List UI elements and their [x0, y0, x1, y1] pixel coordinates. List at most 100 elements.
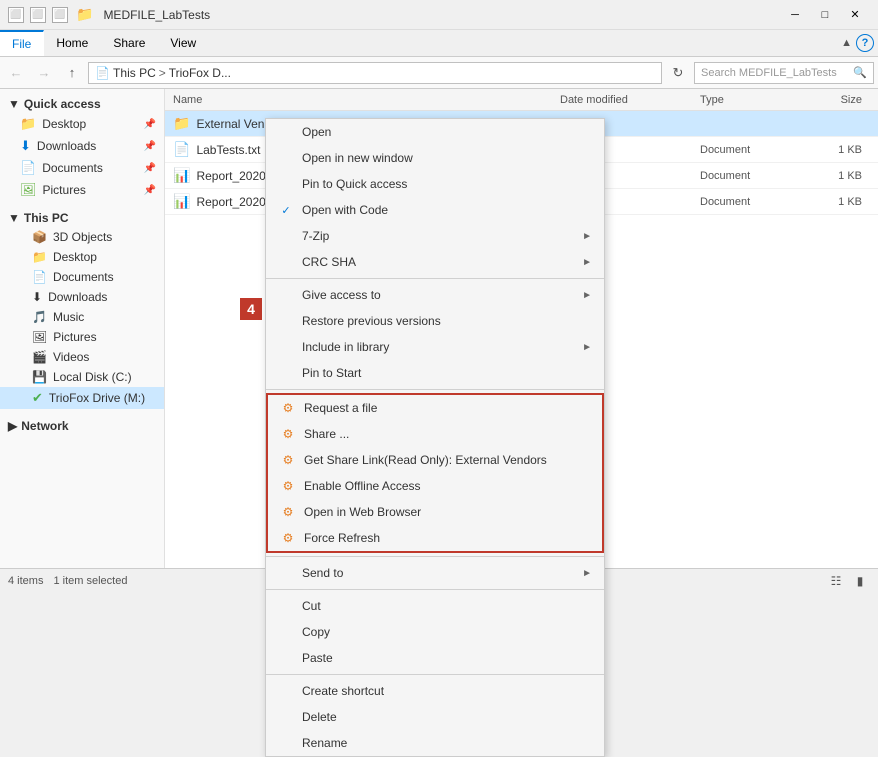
address-path[interactable]: 📄 This PC > TrioFox D...: [88, 62, 662, 84]
title-bar-toolbar: ⬜ ⬜ ⬜: [8, 7, 68, 23]
thispc-header[interactable]: ▼ This PC: [0, 207, 164, 227]
cm-request-file[interactable]: ⚙ Request a file: [268, 395, 602, 421]
cm-copy[interactable]: Copy: [266, 619, 604, 645]
downloads-label: Downloads: [37, 139, 96, 153]
cm-restore-versions[interactable]: Restore previous versions: [266, 308, 604, 334]
sidebar-item-videos[interactable]: 🎬 Videos: [0, 347, 164, 367]
pin-start-icon: [278, 365, 294, 381]
cm-open-vscode[interactable]: ✓ Open with Code: [266, 197, 604, 223]
quick-access-label: Quick access: [24, 97, 101, 111]
quick-access-header[interactable]: ▼ Quick access: [0, 93, 164, 113]
sidebar-item-localdisk[interactable]: 💾 Local Disk (C:): [0, 367, 164, 387]
7zip-arrow-icon: ►: [582, 231, 592, 242]
ribbon-tabs: File Home Share View ▲ ?: [0, 30, 878, 56]
cm-open-new-window[interactable]: Open in new window: [266, 145, 604, 171]
network-header[interactable]: ▶ Network: [0, 415, 164, 435]
view-details-button[interactable]: ☷: [826, 571, 846, 591]
localdisk-icon: 💾: [32, 370, 47, 384]
cm-7zip[interactable]: 7-Zip ►: [266, 223, 604, 249]
search-box[interactable]: Search MEDFILE_LabTests 🔍: [694, 62, 874, 84]
cm-sep-3: [266, 556, 604, 557]
sidebar-item-desktop2[interactable]: 📁 Desktop: [0, 247, 164, 267]
tab-view[interactable]: View: [158, 30, 209, 56]
triofox-label: TrioFox Drive (M:): [49, 391, 145, 405]
sidebar-item-downloads[interactable]: ⬇ Downloads 📌: [0, 135, 164, 157]
forward-button[interactable]: →: [32, 61, 56, 85]
close-button[interactable]: ✕: [840, 0, 870, 30]
sidebar-item-pictures2[interactable]: 🖼 Pictures: [0, 327, 164, 347]
cm-give-access-label: Give access to: [302, 288, 381, 302]
cm-open-web[interactable]: ⚙ Open in Web Browser: [268, 499, 602, 525]
col-header-date: Date modified: [560, 94, 700, 106]
cm-restore-versions-label: Restore previous versions: [302, 314, 441, 328]
desktop2-label: Desktop: [53, 250, 97, 264]
maximize-button[interactable]: □: [810, 0, 840, 30]
documents-icon: 📄: [20, 160, 36, 176]
refresh-button[interactable]: ↻: [666, 61, 690, 85]
tab-home[interactable]: Home: [44, 30, 101, 56]
cm-send-to-label: Send to: [302, 566, 343, 580]
cm-pin-start[interactable]: Pin to Start: [266, 360, 604, 386]
quick-access-arrow: ▼: [8, 97, 20, 111]
cm-give-access[interactable]: Give access to ►: [266, 282, 604, 308]
cm-crcsha[interactable]: CRC SHA ►: [266, 249, 604, 275]
cm-delete-label: Delete: [302, 710, 337, 724]
pictures-icon: 🖼: [20, 182, 37, 198]
cm-get-share-link-label: Get Share Link(Read Only): External Vend…: [304, 453, 547, 467]
sidebar-item-music[interactable]: 🎵 Music: [0, 307, 164, 327]
desktop-folder-icon: 📁: [20, 116, 36, 132]
tab-file[interactable]: File: [0, 30, 44, 56]
help-icon[interactable]: ?: [856, 34, 874, 52]
cm-rename[interactable]: Rename: [266, 730, 604, 756]
sidebar-item-documents2[interactable]: 📄 Documents: [0, 267, 164, 287]
cm-pin-quick[interactable]: Pin to Quick access: [266, 171, 604, 197]
downloads2-icon: ⬇: [32, 290, 42, 304]
sidebar-item-desktop[interactable]: 📁 Desktop 📌: [0, 113, 164, 135]
sidebar: ▼ Quick access 📁 Desktop 📌 ⬇ Downloads 📌…: [0, 89, 165, 568]
ribbon-expand-icon[interactable]: ▲: [841, 37, 852, 49]
music-label: Music: [53, 310, 84, 324]
cm-delete[interactable]: Delete: [266, 704, 604, 730]
cm-create-shortcut-label: Create shortcut: [302, 684, 384, 698]
cm-get-share-link[interactable]: ⚙ Get Share Link(Read Only): External Ve…: [268, 447, 602, 473]
search-placeholder: Search MEDFILE_LabTests: [695, 67, 837, 79]
3dobjects-icon: 📦: [32, 230, 47, 244]
sidebar-item-triofox[interactable]: ✔ TrioFox Drive (M:): [0, 387, 164, 409]
address-bar: ← → ↑ 📄 This PC > TrioFox D... ↻ Search …: [0, 57, 878, 89]
path-thispc: 📄 This PC: [95, 66, 156, 80]
sidebar-item-documents[interactable]: 📄 Documents 📌: [0, 157, 164, 179]
cm-open[interactable]: Open: [266, 119, 604, 145]
cm-send-to[interactable]: Send to ►: [266, 560, 604, 586]
cm-share[interactable]: ⚙ Share ...: [268, 421, 602, 447]
restore-versions-icon: [278, 313, 294, 329]
cm-cut-label: Cut: [302, 599, 321, 613]
cm-cut[interactable]: Cut: [266, 593, 604, 619]
sidebar-item-3dobjects[interactable]: 📦 3D Objects: [0, 227, 164, 247]
documents2-icon: 📄: [32, 270, 47, 284]
tb-icon-2[interactable]: ⬜: [30, 7, 46, 23]
thispc-label: This PC: [24, 211, 69, 225]
cm-include-library[interactable]: Include in library ►: [266, 334, 604, 360]
cm-open-label: Open: [302, 125, 331, 139]
up-button[interactable]: ↑: [60, 61, 84, 85]
cm-offline-access[interactable]: ⚙ Enable Offline Access: [268, 473, 602, 499]
tab-share[interactable]: Share: [101, 30, 158, 56]
sidebar-item-downloads2[interactable]: ⬇ Downloads: [0, 287, 164, 307]
documents-label: Documents: [42, 161, 103, 175]
documents2-label: Documents: [53, 270, 114, 284]
tb-icon-3[interactable]: ⬜: [52, 7, 68, 23]
delete-icon: [278, 709, 294, 725]
back-button[interactable]: ←: [4, 61, 28, 85]
cm-force-refresh[interactable]: ⚙ Force Refresh: [268, 525, 602, 551]
minimize-button[interactable]: ─: [780, 0, 810, 30]
downloads2-label: Downloads: [48, 290, 107, 304]
cm-paste[interactable]: Paste: [266, 645, 604, 671]
triofox-icon: ✔: [32, 390, 43, 406]
tb-icon-1[interactable]: ⬜: [8, 7, 24, 23]
cm-sep-4: [266, 589, 604, 590]
sidebar-item-pictures[interactable]: 🖼 Pictures 📌: [0, 179, 164, 201]
give-access-arrow-icon: ►: [582, 290, 592, 301]
cm-create-shortcut[interactable]: Create shortcut: [266, 678, 604, 704]
report1-type: Document: [700, 170, 800, 182]
view-large-button[interactable]: ▮: [850, 571, 870, 591]
